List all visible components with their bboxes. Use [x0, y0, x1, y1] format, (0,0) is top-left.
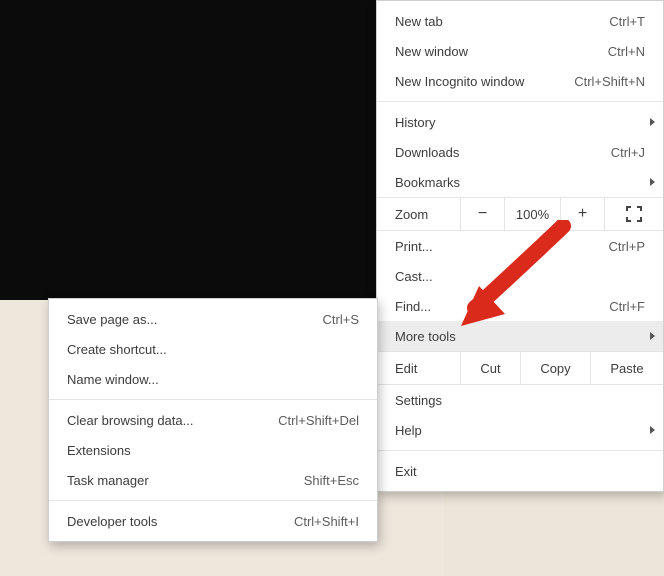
menu-item-downloads[interactable]: Downloads Ctrl+J: [377, 137, 663, 167]
menu-label: More tools: [395, 329, 456, 344]
menu-label: Create shortcut...: [67, 342, 167, 357]
menu-item-exit[interactable]: Exit: [377, 456, 663, 486]
menu-label: History: [395, 115, 435, 130]
menu-shortcut: Ctrl+S: [303, 312, 359, 327]
menu-item-print[interactable]: Print... Ctrl+P: [377, 231, 663, 261]
menu-shortcut: Ctrl+J: [591, 145, 645, 160]
menu-label: New tab: [395, 14, 443, 29]
menu-shortcut: Ctrl+F: [589, 299, 645, 314]
menu-label: Help: [395, 423, 422, 438]
edit-cut-button[interactable]: Cut: [461, 352, 521, 384]
chevron-right-icon: [650, 332, 655, 340]
edit-label: Edit: [377, 352, 461, 384]
fullscreen-button[interactable]: [605, 198, 663, 230]
menu-label: Cast...: [395, 269, 433, 284]
fullscreen-icon: [626, 206, 642, 222]
zoom-label: Zoom: [377, 198, 461, 230]
menu-zoom-row: Zoom − 100% +: [377, 197, 663, 231]
submenu-item-create-shortcut[interactable]: Create shortcut...: [49, 334, 377, 364]
menu-label: Downloads: [395, 145, 459, 160]
chevron-right-icon: [650, 426, 655, 434]
menu-label: Task manager: [67, 473, 149, 488]
menu-item-history[interactable]: History: [377, 107, 663, 137]
menu-item-more-tools[interactable]: More tools: [377, 321, 663, 351]
menu-item-new-window[interactable]: New window Ctrl+N: [377, 36, 663, 66]
menu-shortcut: Ctrl+P: [589, 239, 645, 254]
submenu-item-task-manager[interactable]: Task manager Shift+Esc: [49, 465, 377, 495]
zoom-in-button[interactable]: +: [561, 198, 605, 230]
menu-label: Clear browsing data...: [67, 413, 193, 428]
chevron-right-icon: [650, 178, 655, 186]
menu-item-cast[interactable]: Cast...: [377, 261, 663, 291]
more-tools-submenu: Save page as... Ctrl+S Create shortcut..…: [48, 298, 378, 542]
menu-shortcut: Ctrl+Shift+I: [274, 514, 359, 529]
submenu-item-developer-tools[interactable]: Developer tools Ctrl+Shift+I: [49, 506, 377, 536]
menu-label: New Incognito window: [395, 74, 524, 89]
menu-label: Print...: [395, 239, 433, 254]
menu-shortcut: Ctrl+N: [588, 44, 645, 59]
menu-label: Settings: [395, 393, 442, 408]
page-dark-area: [0, 0, 395, 300]
submenu-item-name-window[interactable]: Name window...: [49, 364, 377, 394]
menu-label: Name window...: [67, 372, 159, 387]
menu-shortcut: Shift+Esc: [284, 473, 359, 488]
menu-label: Find...: [395, 299, 431, 314]
menu-shortcut: Ctrl+T: [589, 14, 645, 29]
menu-item-new-tab[interactable]: New tab Ctrl+T: [377, 6, 663, 36]
menu-item-bookmarks[interactable]: Bookmarks: [377, 167, 663, 197]
menu-separator: [49, 399, 377, 400]
menu-label: Bookmarks: [395, 175, 460, 190]
menu-label: Exit: [395, 464, 417, 479]
submenu-item-extensions[interactable]: Extensions: [49, 435, 377, 465]
edit-copy-button[interactable]: Copy: [521, 352, 591, 384]
menu-label: Extensions: [67, 443, 131, 458]
menu-label: New window: [395, 44, 468, 59]
submenu-item-clear-browsing-data[interactable]: Clear browsing data... Ctrl+Shift+Del: [49, 405, 377, 435]
menu-item-new-incognito[interactable]: New Incognito window Ctrl+Shift+N: [377, 66, 663, 96]
zoom-out-button[interactable]: −: [461, 198, 505, 230]
edit-paste-button[interactable]: Paste: [591, 352, 663, 384]
menu-item-find[interactable]: Find... Ctrl+F: [377, 291, 663, 321]
menu-shortcut: Ctrl+Shift+N: [554, 74, 645, 89]
zoom-level: 100%: [505, 198, 561, 230]
browser-main-menu: New tab Ctrl+T New window Ctrl+N New Inc…: [376, 0, 664, 492]
submenu-item-save-page-as[interactable]: Save page as... Ctrl+S: [49, 304, 377, 334]
menu-shortcut: Ctrl+Shift+Del: [258, 413, 359, 428]
menu-label: Save page as...: [67, 312, 157, 327]
chevron-right-icon: [650, 118, 655, 126]
menu-edit-row: Edit Cut Copy Paste: [377, 351, 663, 385]
menu-separator: [377, 450, 663, 451]
menu-item-settings[interactable]: Settings: [377, 385, 663, 415]
menu-item-help[interactable]: Help: [377, 415, 663, 445]
menu-separator: [49, 500, 377, 501]
menu-label: Developer tools: [67, 514, 157, 529]
menu-separator: [377, 101, 663, 102]
